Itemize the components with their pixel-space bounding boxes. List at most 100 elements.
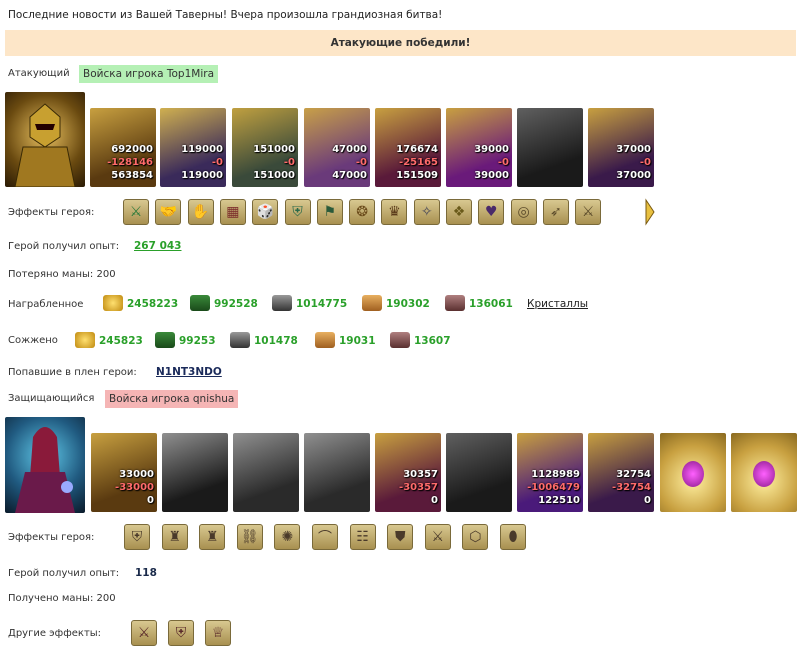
handshake-icon[interactable]: 🤝 bbox=[155, 199, 182, 225]
burned-value: 13607 bbox=[414, 335, 451, 347]
egg-icon[interactable]: ⬮ bbox=[500, 524, 526, 550]
attacker-exp-label: Герой получил опыт: bbox=[8, 241, 120, 252]
wood-icon bbox=[155, 332, 175, 348]
sword-icon[interactable]: ⚔ bbox=[123, 199, 149, 225]
defender-hero-portrait[interactable] bbox=[5, 417, 85, 513]
chain-icon[interactable]: ⛓ bbox=[236, 524, 263, 550]
unit-count-lost: -128146 bbox=[107, 157, 153, 168]
burned-value: 245823 bbox=[99, 335, 143, 347]
loot-value: 992528 bbox=[214, 298, 258, 310]
defender-unit-card[interactable]: 33000 -33000 0 bbox=[91, 433, 157, 512]
crystal-icon bbox=[753, 461, 775, 487]
loot-value: 136061 bbox=[469, 298, 513, 310]
loot-label: Награбленное bbox=[8, 299, 84, 310]
other-effects-label: Другие эффекты: bbox=[8, 628, 102, 639]
defender-effects-label: Эффекты героя: bbox=[8, 532, 95, 543]
chest-icon[interactable]: ▦ bbox=[219, 199, 246, 225]
defender-exp-label: Герой получил опыт: bbox=[8, 568, 120, 579]
battle-result-banner: Атакующие победили! bbox=[5, 30, 796, 56]
unit-count-lost: -0 bbox=[639, 157, 651, 168]
attacker-unit-card[interactable]: 39000 -0 39000 bbox=[446, 108, 512, 187]
defender-unit-card[interactable] bbox=[304, 433, 370, 512]
knight-icon bbox=[14, 103, 76, 188]
unit-count-start: 47000 bbox=[332, 144, 367, 155]
sword-icon[interactable]: ⚔ bbox=[424, 524, 451, 550]
horn-icon[interactable]: ⌒ bbox=[312, 524, 338, 550]
unit-count-lost: -0 bbox=[211, 157, 223, 168]
shield-icon[interactable]: ⛨ bbox=[284, 199, 311, 225]
hand-icon[interactable]: ✋ bbox=[187, 199, 214, 225]
blade-icon[interactable]: ⚔ bbox=[575, 199, 602, 225]
burned-value: 19031 bbox=[339, 335, 376, 347]
crown-icon[interactable]: ♛ bbox=[381, 199, 408, 225]
shield-icon[interactable]: ⛨ bbox=[124, 524, 150, 550]
unit-count-end: 37000 bbox=[616, 170, 651, 181]
unit-count-end: 0 bbox=[644, 495, 651, 506]
loot-value: 1014775 bbox=[296, 298, 348, 310]
unit-count-lost: -0 bbox=[283, 157, 295, 168]
defender-unit-card[interactable] bbox=[233, 433, 299, 512]
defender-exp-value: 118 bbox=[135, 567, 157, 579]
burned-value: 101478 bbox=[254, 335, 298, 347]
unit-count-start: 39000 bbox=[474, 144, 509, 155]
bow-icon[interactable]: ⛊ bbox=[387, 524, 414, 550]
attacker-unit-card[interactable]: 692000 -128146 563854 bbox=[90, 108, 156, 187]
attacker-effects-label: Эффекты героя: bbox=[8, 207, 95, 218]
unit-count-lost: -32754 bbox=[612, 482, 651, 493]
defender-unit-card[interactable]: 32754 -32754 0 bbox=[588, 433, 654, 512]
unit-count-end: 151000 bbox=[253, 170, 295, 181]
grain-icon bbox=[315, 332, 335, 348]
feather-icon[interactable]: ◎ bbox=[510, 199, 537, 225]
gold-icon bbox=[103, 295, 123, 311]
captured-hero-link[interactable]: N1NT3NDO bbox=[156, 366, 222, 378]
attacker-exp-value[interactable]: 267 043 bbox=[134, 240, 182, 252]
pentagram-icon[interactable]: ✧ bbox=[413, 199, 440, 225]
armor-icon[interactable]: ❖ bbox=[446, 199, 472, 225]
gold-icon bbox=[75, 332, 95, 348]
totem-icon[interactable]: ♜ bbox=[161, 524, 188, 550]
defender-unit-card[interactable]: 1128989 -1006479 122510 bbox=[517, 433, 583, 512]
wood-icon bbox=[190, 295, 210, 311]
attacker-hero-portrait[interactable] bbox=[5, 92, 85, 188]
defender-army-tag[interactable]: Войска игрока qnishua bbox=[105, 390, 239, 408]
sword-icon[interactable]: ⚔ bbox=[131, 620, 157, 646]
unit-count-lost: -0 bbox=[355, 157, 367, 168]
figure-icon[interactable]: ♕ bbox=[205, 620, 231, 646]
shield-icon[interactable]: ⛨ bbox=[168, 620, 194, 646]
banner-icon[interactable]: ⚑ bbox=[316, 199, 343, 225]
defender-unit-card[interactable] bbox=[162, 433, 228, 512]
dagger-icon[interactable]: ➶ bbox=[542, 199, 569, 225]
attacker-unit-card[interactable]: 176674 -25165 151509 bbox=[375, 108, 441, 187]
attacker-unit-card[interactable]: 151000 -0 151000 bbox=[232, 108, 298, 187]
unit-count-start: 33000 bbox=[119, 469, 154, 480]
unit-count-end: 119000 bbox=[181, 170, 223, 181]
totem-icon[interactable]: ♜ bbox=[199, 524, 226, 550]
unit-count-end: 39000 bbox=[474, 170, 509, 181]
attacker-unit-card[interactable]: 47000 -0 47000 bbox=[304, 108, 370, 187]
defender-unit-card[interactable]: 30357 -30357 0 bbox=[375, 433, 441, 512]
attacker-army-tag[interactable]: Войска игрока Top1Mira bbox=[79, 65, 219, 83]
grid-icon[interactable]: ☷ bbox=[349, 524, 376, 550]
defender-unit-card[interactable] bbox=[660, 433, 726, 512]
attacker-unit-card[interactable]: 119000 -0 119000 bbox=[160, 108, 226, 187]
attacker-label: Атакующий bbox=[8, 68, 70, 79]
dice-icon[interactable]: 🎲 bbox=[252, 199, 279, 225]
unit-count-end: 151509 bbox=[396, 170, 438, 181]
effects-scroll-arrow-icon[interactable] bbox=[645, 198, 655, 226]
unit-count-lost: -1006479 bbox=[527, 482, 580, 493]
unit-count-lost: -25165 bbox=[399, 157, 438, 168]
attacker-unit-card[interactable] bbox=[517, 108, 583, 187]
defender-unit-card[interactable] bbox=[446, 433, 512, 512]
unit-count-start: 119000 bbox=[181, 144, 223, 155]
attacker-mana-label: Потеряно маны: 200 bbox=[8, 269, 116, 280]
defender-unit-card[interactable] bbox=[731, 433, 797, 512]
unit-count-start: 37000 bbox=[616, 144, 651, 155]
unit-count-lost: -33000 bbox=[115, 482, 154, 493]
unit-count-lost: -30357 bbox=[399, 482, 438, 493]
attacker-unit-card[interactable]: 37000 -0 37000 bbox=[588, 108, 654, 187]
frost-icon[interactable]: ✺ bbox=[274, 524, 301, 550]
crystals-link[interactable]: Кристаллы bbox=[527, 298, 588, 310]
scroll-icon[interactable]: ❂ bbox=[349, 199, 376, 225]
hex-icon[interactable]: ⬡ bbox=[462, 524, 489, 550]
ring-icon[interactable]: ♥ bbox=[478, 199, 505, 225]
